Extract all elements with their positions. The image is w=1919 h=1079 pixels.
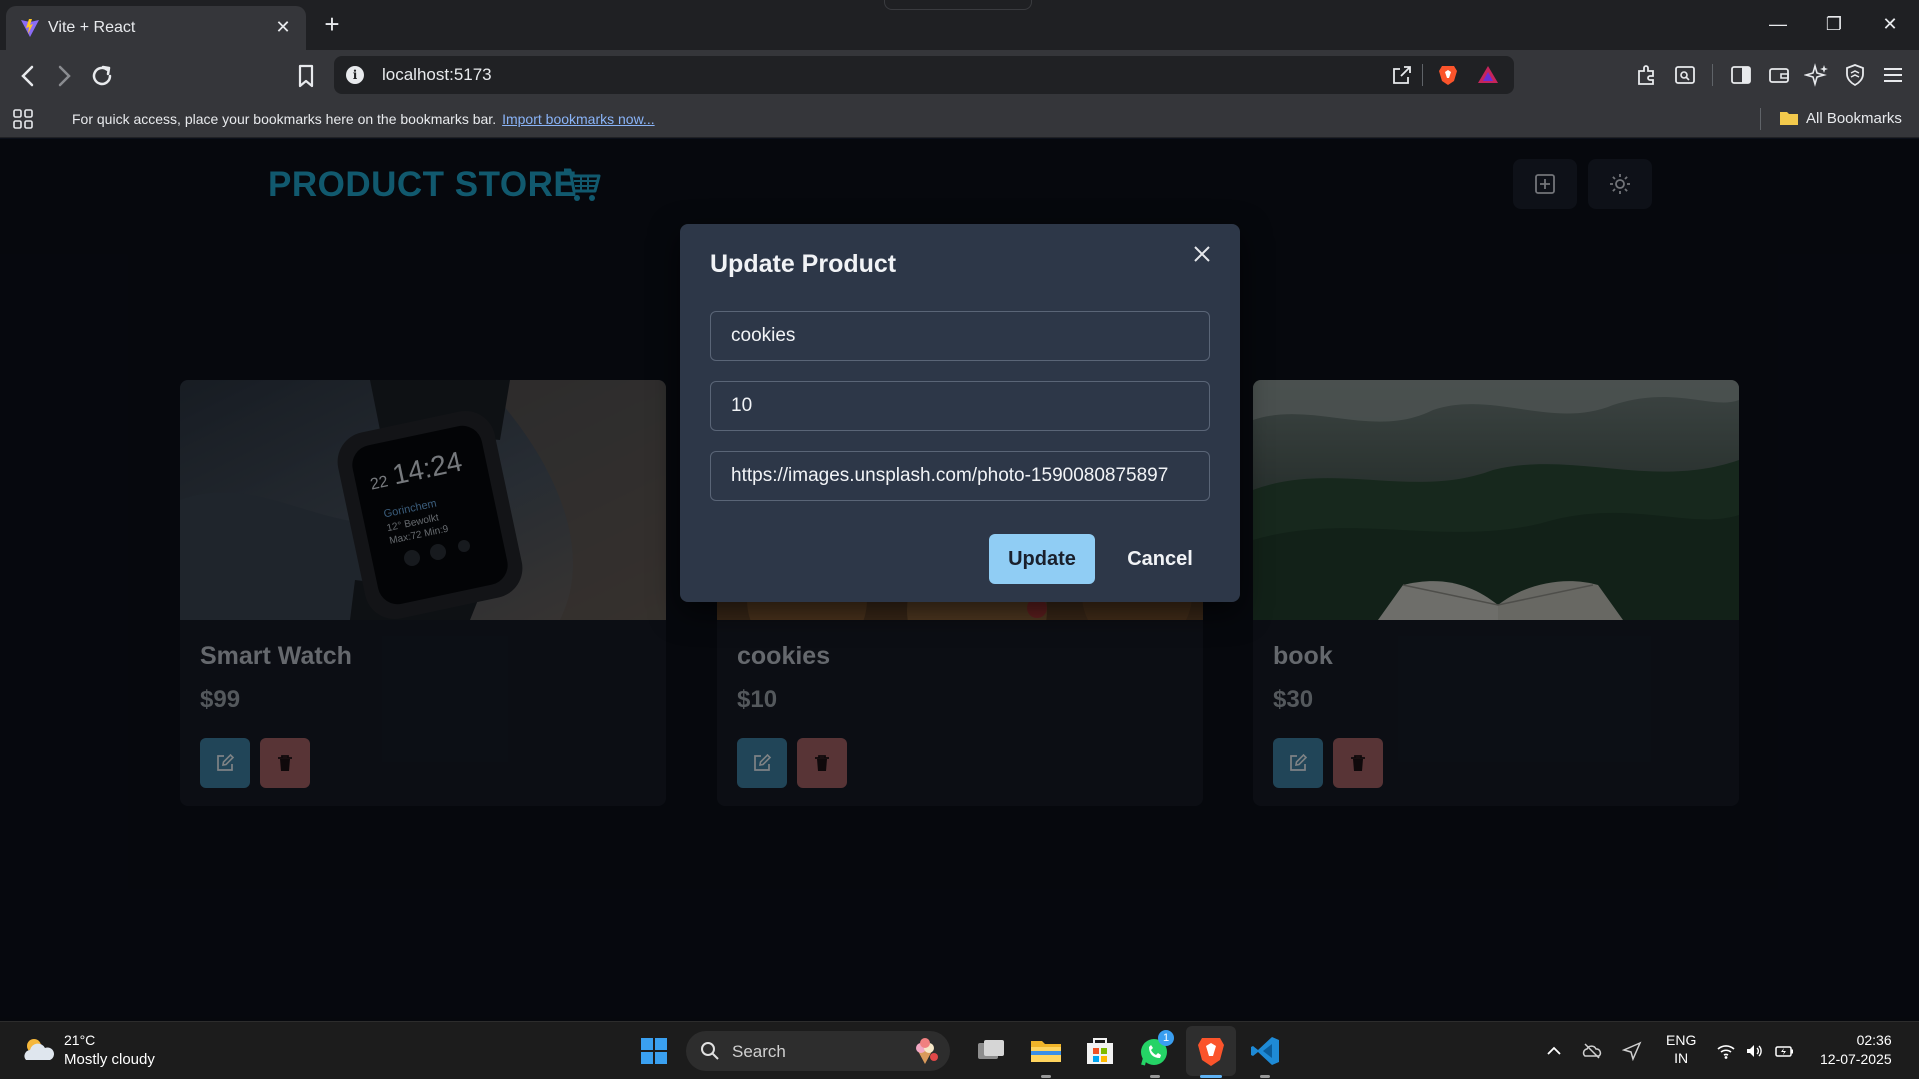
file-explorer-icon[interactable]	[1029, 1034, 1063, 1068]
import-bookmarks-link[interactable]: Import bookmarks now...	[502, 111, 655, 127]
chevron-up-icon[interactable]	[1544, 1041, 1564, 1061]
active-indicator	[1200, 1075, 1222, 1078]
task-view-icon[interactable]	[974, 1034, 1008, 1068]
tab-title: Vite + React	[48, 19, 136, 36]
weather-cloud-icon[interactable]	[20, 1034, 56, 1066]
search-icon	[701, 1042, 719, 1060]
toolbar-divider	[1712, 64, 1713, 86]
apps-grid-icon[interactable]	[12, 108, 34, 130]
ice-cream-icon	[916, 1038, 938, 1064]
whatsapp-badge: 1	[1158, 1030, 1174, 1046]
app-page: PRODUCT STORE 14:24 22 Gorinchem 12° Bew…	[0, 139, 1919, 1021]
new-tab-button[interactable]: +	[318, 10, 346, 38]
weather-description[interactable]: Mostly cloudy	[64, 1051, 155, 1068]
region-code: IN	[1674, 1050, 1689, 1066]
brave-rewards-icon[interactable]	[1476, 63, 1500, 87]
bookmarks-prompt: For quick access, place your bookmarks h…	[72, 111, 497, 127]
omnibox-divider	[1422, 64, 1423, 86]
clock-time: 02:36	[1856, 1032, 1892, 1048]
battery-icon[interactable]	[1774, 1041, 1794, 1061]
back-icon[interactable]	[12, 60, 44, 92]
browser-tab-bar: Vite + React ✕ + — ❐ ✕	[0, 0, 1919, 50]
address-url[interactable]: localhost:5173	[382, 65, 492, 85]
running-indicator	[1260, 1075, 1270, 1078]
share-icon[interactable]	[1390, 63, 1414, 87]
close-icon[interactable]	[1190, 242, 1214, 266]
vpn-shield-icon[interactable]	[1842, 62, 1868, 88]
vscode-icon[interactable]	[1248, 1034, 1282, 1068]
restore-button[interactable]: ❐	[1814, 10, 1854, 38]
language-indicator[interactable]: ENG IN	[1666, 1031, 1696, 1067]
product-image-url-input[interactable]	[710, 451, 1210, 501]
site-info-icon[interactable]: i	[346, 66, 364, 84]
sidebar-icon[interactable]	[1728, 62, 1754, 88]
modal-title: Update Product	[710, 250, 897, 278]
menu-icon[interactable]	[1880, 62, 1906, 88]
product-price-input[interactable]	[710, 381, 1210, 431]
windows-start-icon[interactable]	[640, 1037, 668, 1065]
window-notch	[884, 0, 1032, 10]
vite-logo-icon	[21, 19, 39, 37]
browser-nav-bar: i localhost:5173	[0, 50, 1919, 100]
wallet-icon[interactable]	[1766, 62, 1792, 88]
wifi-icon[interactable]	[1716, 1041, 1736, 1061]
reload-icon[interactable]	[86, 60, 118, 92]
forward-icon[interactable]	[48, 60, 80, 92]
minimize-button[interactable]: —	[1758, 10, 1798, 38]
brave-browser-icon[interactable]	[1194, 1034, 1228, 1068]
all-bookmarks-button[interactable]: All Bookmarks	[1806, 110, 1902, 127]
close-window-button[interactable]: ✕	[1870, 10, 1910, 38]
weather-temperature[interactable]: 21°C	[64, 1032, 95, 1048]
bookmarks-hint: For quick access, place your bookmarks h…	[72, 111, 655, 127]
browser-tab[interactable]: Vite + React ✕	[6, 6, 306, 50]
microsoft-store-icon[interactable]	[1083, 1034, 1117, 1068]
bookmarks-divider	[1760, 108, 1761, 130]
clock-date: 12-07-2025	[1820, 1051, 1892, 1067]
folder-icon	[1780, 112, 1798, 125]
taskbar-search[interactable]: Search	[686, 1031, 950, 1071]
onedrive-offline-icon[interactable]	[1582, 1041, 1602, 1061]
cancel-button[interactable]: Cancel	[1110, 534, 1210, 584]
language-code: ENG	[1666, 1032, 1697, 1048]
update-product-modal: Update Product Update Cancel	[680, 224, 1240, 602]
volume-icon[interactable]	[1744, 1041, 1764, 1061]
tab-close-icon[interactable]: ✕	[272, 16, 294, 38]
location-icon[interactable]	[1622, 1041, 1642, 1061]
address-bar[interactable]: i localhost:5173	[334, 56, 1514, 94]
brave-shields-icon[interactable]	[1436, 63, 1460, 87]
system-clock[interactable]: 02:36 12-07-2025	[1820, 1031, 1892, 1069]
bookmarks-bar: For quick access, place your bookmarks h…	[0, 100, 1919, 138]
search-label: Search	[732, 1042, 786, 1061]
running-indicator	[1150, 1075, 1160, 1078]
leo-ai-icon[interactable]	[1804, 62, 1830, 88]
page-search-icon[interactable]	[1672, 62, 1698, 88]
extensions-icon[interactable]	[1634, 62, 1660, 88]
update-button[interactable]: Update	[989, 534, 1095, 584]
running-indicator	[1041, 1075, 1051, 1078]
windows-taskbar: 21°C Mostly cloudy Search 1 ENG IN 02:36…	[0, 1021, 1919, 1079]
bookmark-icon[interactable]	[290, 60, 322, 92]
product-name-input[interactable]	[710, 311, 1210, 361]
